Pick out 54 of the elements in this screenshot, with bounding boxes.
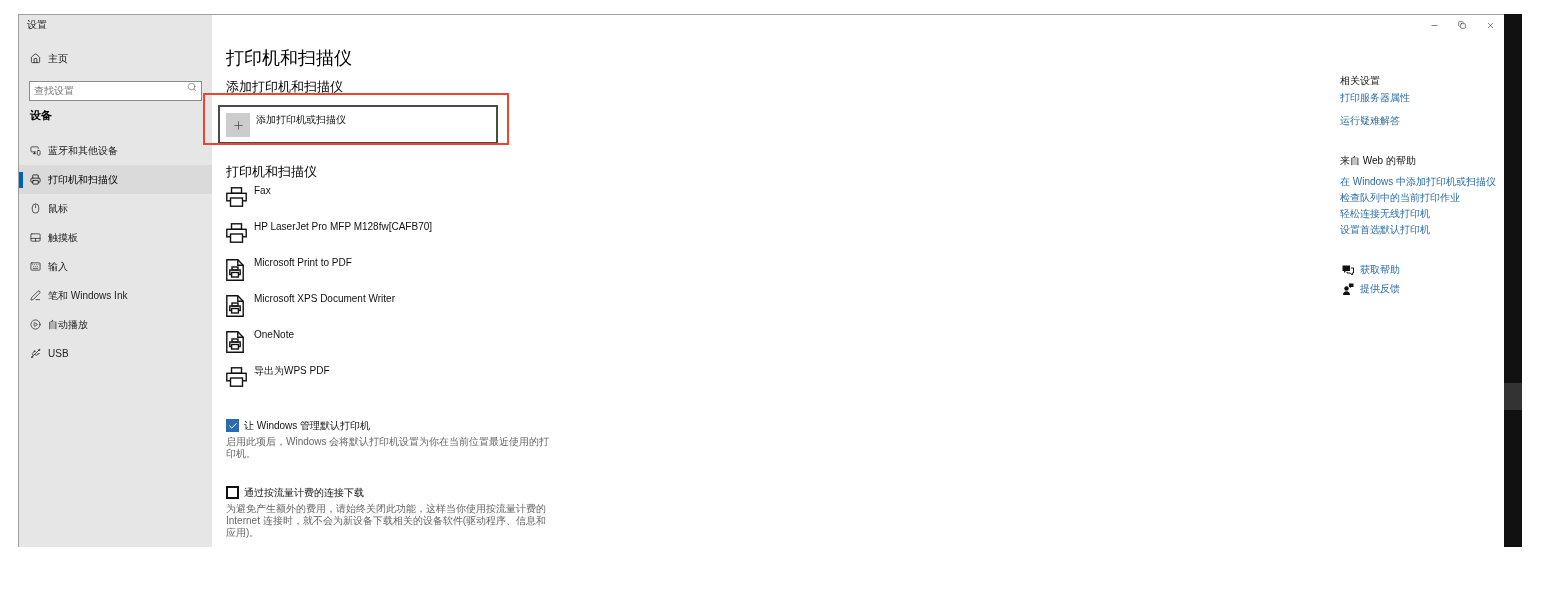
printer-name[interactable]: Microsoft Print to PDF xyxy=(254,257,352,269)
restore-icon xyxy=(1458,21,1466,29)
section-heading: 打印机和扫描仪 xyxy=(226,163,317,181)
option-description: 启用此项后，Windows 会将默认打印机设置为你在当前位置最近使用的打印机。 xyxy=(226,436,550,460)
printer-name[interactable]: OneNote xyxy=(254,329,295,341)
sidebar-item[interactable]: 打印机和扫描仪 xyxy=(19,165,212,194)
home-icon xyxy=(30,52,41,64)
printer-name[interactable]: Microsoft XPS Document Writer xyxy=(254,293,395,305)
printer-icon xyxy=(226,187,247,207)
option-description: 为避免产生额外的费用，请始终关闭此功能，这样当你使用按流量计费的 Internet 连接时，就不会为新设备下载相关的设备软件(驱动程序、信息和应用)。 xyxy=(226,503,548,539)
checkbox-label: 通过按流量计费的连接下载 xyxy=(244,486,364,499)
printer-name[interactable]: 导出为WPS PDF xyxy=(254,365,330,377)
help-link[interactable]: 检查队列中的当前打印作业 xyxy=(1340,191,1460,205)
home-link[interactable]: 主页 xyxy=(19,46,212,70)
section-heading: 添加打印机和扫描仪 xyxy=(226,78,343,96)
related-link[interactable]: 打印服务器属性 xyxy=(1340,91,1410,105)
chat-bubbles-icon xyxy=(1342,264,1354,276)
close-icon xyxy=(1485,20,1495,30)
printer-name[interactable]: Fax xyxy=(254,185,271,197)
checkbox-label: 让 Windows 管理默认打印机 xyxy=(244,419,371,432)
person-with-bubble-icon xyxy=(1342,283,1354,295)
help-link[interactable]: 轻松连接无线打印机 xyxy=(1340,207,1430,221)
related-heading: 相关设置 xyxy=(1340,74,1380,88)
keyboard-icon xyxy=(30,261,41,272)
add-printer-button[interactable]: 添加打印机或扫描仪 xyxy=(218,105,498,144)
page-title: 打印机和扫描仪 xyxy=(226,47,352,70)
checkbox[interactable] xyxy=(226,419,239,432)
scroll-thumb[interactable] xyxy=(1504,383,1522,410)
usb-icon xyxy=(30,348,41,359)
section-heading: 设备 xyxy=(30,107,52,123)
checkbox[interactable] xyxy=(226,486,239,499)
search-field[interactable]: 查找设置 xyxy=(29,80,202,101)
help-link[interactable]: 设置首选默认打印机 xyxy=(1340,223,1430,237)
devices-icon xyxy=(30,145,41,156)
window-title: 设置 xyxy=(27,18,47,31)
pen-icon xyxy=(30,290,41,301)
checkmark-icon xyxy=(227,420,238,431)
document-printer-icon xyxy=(226,259,244,281)
touchpad-icon xyxy=(30,232,41,243)
printer-icon xyxy=(226,367,247,387)
mouse-icon xyxy=(30,203,41,214)
help-link[interactable]: 在 Windows 中添加打印机或扫描仪 xyxy=(1340,175,1497,189)
printer-name[interactable]: HP LaserJet Pro MFP M128fw[CAFB70] xyxy=(254,221,433,233)
printer-icon xyxy=(30,174,41,185)
support-link[interactable]: 获取帮助 xyxy=(1340,263,1400,277)
document-printer-icon xyxy=(226,295,244,317)
printer-icon xyxy=(226,223,247,243)
support-link[interactable]: 提供反馈 xyxy=(1340,282,1400,296)
document-printer-icon xyxy=(226,331,244,353)
search-icon xyxy=(187,82,197,92)
play-circle-icon xyxy=(30,319,41,330)
help-heading: 来自 Web 的帮助 xyxy=(1340,154,1416,168)
plus-icon xyxy=(226,113,250,137)
related-link[interactable]: 运行疑难解答 xyxy=(1340,114,1400,128)
